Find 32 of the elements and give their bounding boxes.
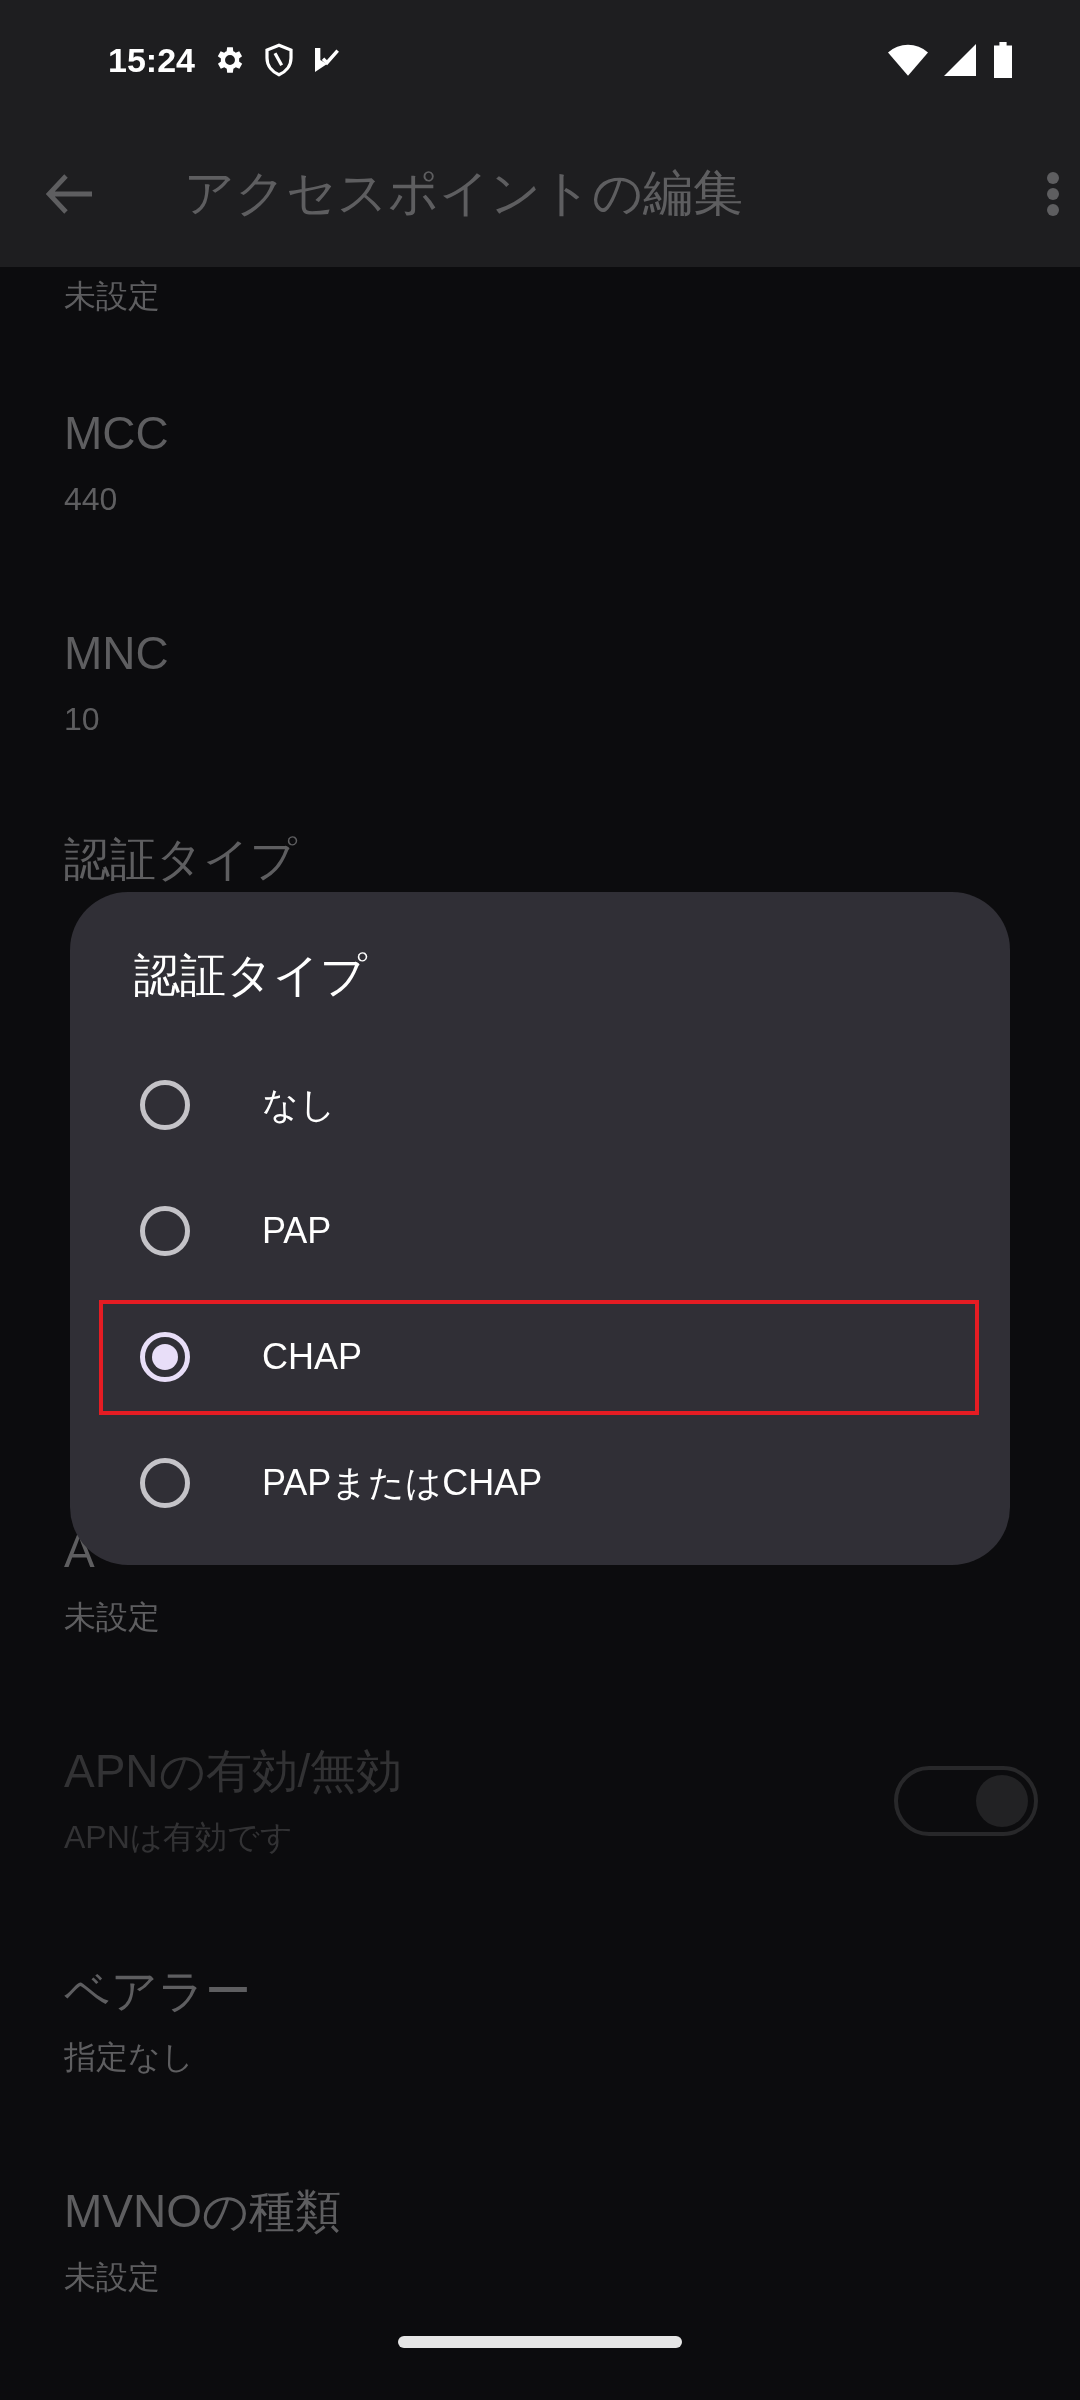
setting-title: 認証タイプ [64, 832, 299, 887]
setting-title: MNC [64, 626, 170, 681]
setting-value: 未設定 [64, 1598, 161, 1637]
radio-button[interactable] [140, 1080, 190, 1130]
shield-icon [262, 42, 295, 78]
clock-time: 15:24 [108, 40, 195, 80]
more-options-icon[interactable] [1046, 170, 1060, 217]
setting-value: 未設定 [64, 2258, 161, 2297]
setting-item[interactable]: MNC 10 [0, 583, 1080, 803]
radio-button[interactable] [140, 1206, 190, 1256]
dialog-title: 認証タイプ [133, 948, 369, 1003]
setting-value: 440 [64, 480, 119, 519]
option-label[interactable]: PAP [262, 1210, 332, 1252]
option-label[interactable]: なし [262, 1080, 336, 1130]
setting-title: ベアラー [64, 1964, 252, 2019]
radio-button[interactable] [140, 1332, 190, 1382]
setting-title: MVNOの種類 [64, 2184, 342, 2239]
setting-item[interactable]: ベアラー 指定なし [0, 1921, 1080, 2141]
setting-item[interactable]: MVNOの種類 未設定 [0, 2141, 1080, 2361]
wifi-icon [888, 44, 928, 76]
radio-button[interactable] [140, 1458, 190, 1508]
setting-title: MCC [64, 406, 170, 461]
setting-value: 指定なし [64, 2038, 195, 2077]
option-label[interactable]: PAPまたはCHAP [262, 1458, 543, 1508]
setting-value: 10 [64, 700, 101, 739]
option-label[interactable]: CHAP [262, 1336, 363, 1378]
battery-icon [992, 42, 1014, 78]
screen-title: アクセスポイントの編集 [184, 164, 744, 223]
setting-item[interactable]: MCC 440 [0, 363, 1080, 583]
setting-value: 未設定 [64, 277, 161, 316]
back-arrow-icon[interactable] [46, 173, 94, 214]
cell-signal-icon [944, 44, 976, 76]
